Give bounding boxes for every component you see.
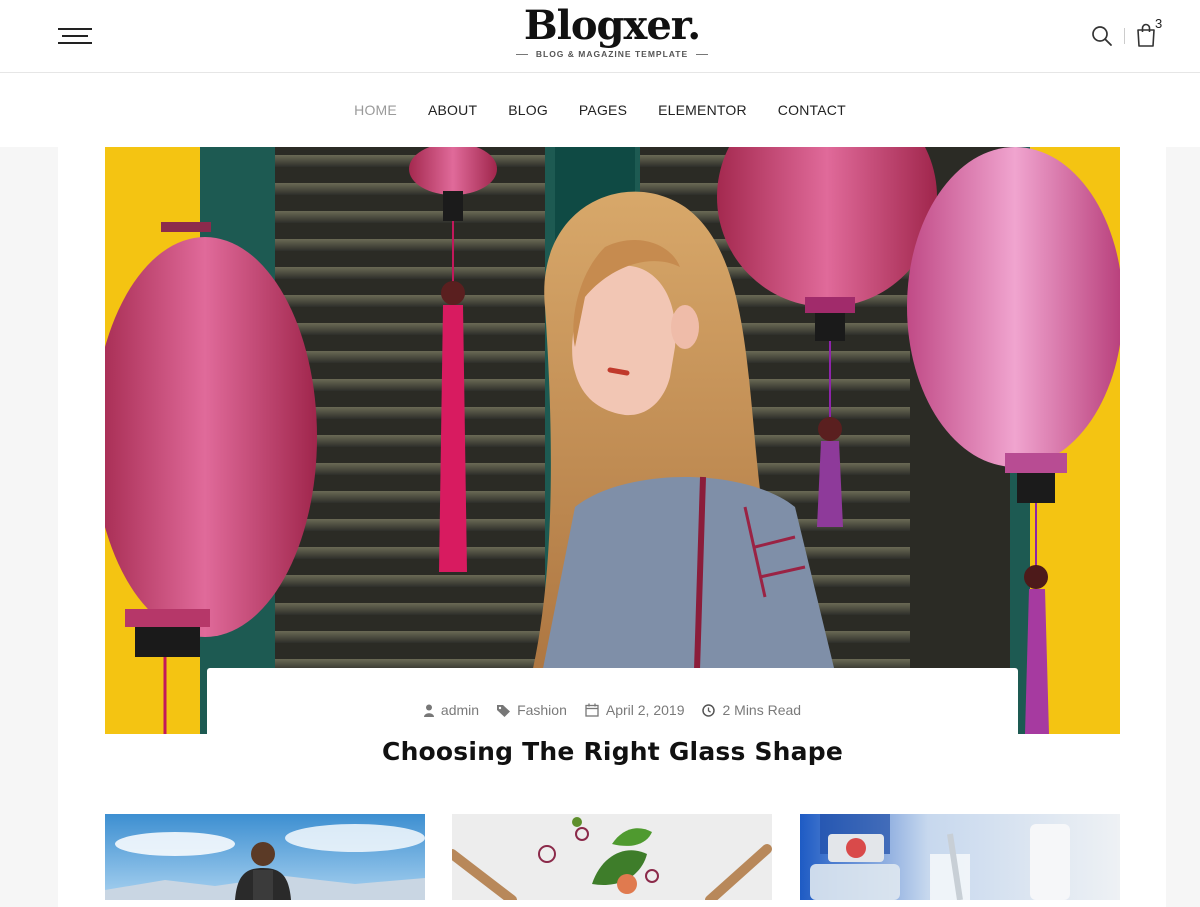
logo-tagline: BLOG & MAGAZINE TEMPLATE <box>535 49 689 59</box>
post-date[interactable]: April 2, 2019 <box>585 702 685 718</box>
nav-item-elementor[interactable]: ELEMENTOR <box>643 102 763 118</box>
post-category[interactable]: Fashion <box>497 702 567 718</box>
post-meta: admin Fashion April 2, 2019 2 Mins Read <box>207 702 1018 718</box>
post-thumbnail-salad[interactable] <box>452 814 772 900</box>
site-logo[interactable]: Blogxer. BLOG & MAGAZINE TEMPLATE <box>500 4 724 59</box>
post-category-name: Fashion <box>517 702 567 718</box>
post-date-text: April 2, 2019 <box>605 702 685 718</box>
nav-item-home[interactable]: HOME <box>339 102 413 118</box>
menu-icon[interactable] <box>58 27 92 45</box>
tag-icon <box>497 704 511 717</box>
nav-item-about[interactable]: ABOUT <box>412 102 492 118</box>
nav-list: HOME ABOUT BLOG PAGES ELEMENTOR CONTACT <box>0 73 1200 147</box>
post-author[interactable]: admin <box>423 702 480 718</box>
cart-count-badge: 3 <box>1155 16 1163 31</box>
featured-post-card: admin Fashion April 2, 2019 2 Mins Read <box>207 668 1018 788</box>
featured-post-image[interactable] <box>105 147 1120 734</box>
logo-text: Blogxer. <box>523 2 701 49</box>
main-navigation: HOME ABOUT BLOG PAGES ELEMENTOR CONTACT <box>0 73 1200 147</box>
search-icon[interactable] <box>1090 24 1114 48</box>
nav-item-contact[interactable]: CONTACT <box>762 102 861 118</box>
calendar-icon <box>585 703 599 717</box>
clock-icon <box>702 703 716 717</box>
nav-item-pages[interactable]: PAGES <box>563 102 642 118</box>
post-thumbnail-lab[interactable] <box>800 814 1120 900</box>
post-author-name: admin <box>440 702 480 718</box>
nav-item-blog[interactable]: BLOG <box>493 102 564 118</box>
post-title[interactable]: Choosing The Right Glass Shape <box>105 737 1120 766</box>
logo-tagline-row: BLOG & MAGAZINE TEMPLATE <box>500 49 724 59</box>
site-header: Blogxer. BLOG & MAGAZINE TEMPLATE 3 <box>0 0 1200 73</box>
user-icon <box>423 704 434 717</box>
header-divider <box>1124 28 1125 44</box>
post-read-time: 2 Mins Read <box>702 702 801 718</box>
post-read-time-text: 2 Mins Read <box>722 702 802 718</box>
post-thumbnail-hiker[interactable] <box>105 814 425 900</box>
